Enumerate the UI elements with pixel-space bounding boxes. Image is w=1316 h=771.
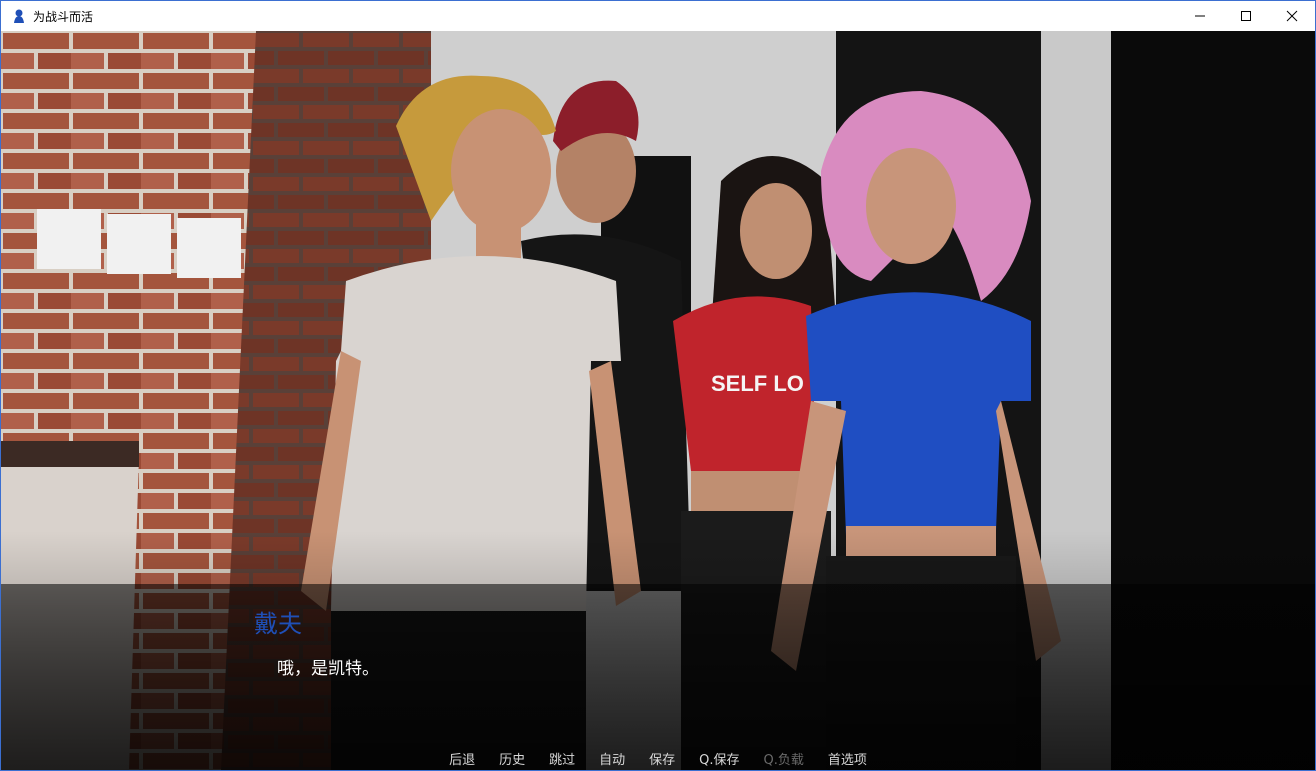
auto-button[interactable]: 自动: [587, 749, 637, 768]
skip-button[interactable]: 跳过: [537, 749, 587, 768]
close-icon: [1286, 10, 1298, 22]
maximize-icon: [1241, 11, 1251, 21]
save-button[interactable]: 保存: [637, 749, 687, 768]
dialogue-box[interactable]: 戴夫 哦，是凯特。 后退 历史 跳过 自动 保存 Q.保存 Q.负载 首选项: [1, 584, 1315, 770]
shirt-text: SELF LO: [711, 371, 804, 396]
quick-menu: 后退 历史 跳过 自动 保存 Q.保存 Q.负载 首选项: [1, 749, 1315, 768]
close-button[interactable]: [1269, 1, 1315, 31]
minimize-icon: [1195, 15, 1205, 17]
light-switches: [37, 209, 241, 278]
speaker-name: 戴夫: [254, 610, 302, 638]
game-app-icon: [14, 9, 24, 23]
dialogue-text: 哦，是凯特。: [277, 659, 379, 679]
preferences-button[interactable]: 首选项: [816, 749, 879, 768]
game-scene[interactable]: SELF LO 戴夫 哦，是凯特。 后退 历史 跳过 自动 保存 Q.保存 Q.…: [1, 31, 1315, 770]
quick-load-button[interactable]: Q.负载: [752, 749, 816, 768]
minimize-button[interactable]: [1177, 1, 1223, 31]
quick-save-button[interactable]: Q.保存: [687, 749, 751, 768]
window-title: 为战斗而活: [33, 9, 94, 24]
game-window: 为战斗而活 SELF LO 戴夫 哦，是凯特。 后退 历史 跳过 自动 保存 Q…: [0, 0, 1316, 771]
history-button[interactable]: 历史: [487, 749, 537, 768]
title-bar[interactable]: 为战斗而活: [1, 1, 1315, 31]
maximize-button[interactable]: [1223, 1, 1269, 31]
back-button[interactable]: 后退: [437, 749, 487, 768]
